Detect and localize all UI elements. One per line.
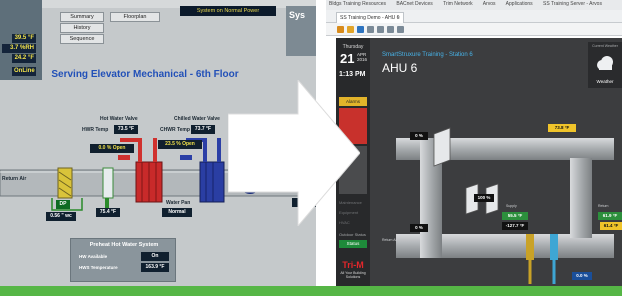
transition-arrow-icon [228,80,360,226]
damper-position: 0 % [410,224,428,232]
close-icon[interactable]: × [397,13,400,23]
date-number: 21 [340,51,355,66]
right-bottom-temp: 61.4 °F [600,222,622,230]
zoom-in-icon[interactable] [367,26,374,33]
supply-temp-value: 75.4 °F [96,208,120,217]
preheat-title: Preheat Hot Water System [89,242,159,248]
hw-available-label: HW Available [79,254,108,259]
footer-band [0,286,622,296]
hw-available-value: On [141,252,169,261]
bookmark-item[interactable]: SS Training Server - Arvos [543,1,602,7]
brand-logo: Tri-M [342,260,364,270]
supply-label: Supply [506,204,517,208]
dp-value: 0.56 " wc [46,212,76,221]
month-year: APR 2016 [357,52,367,62]
chw-valve-position: 23.5 % Open [158,140,202,149]
clock-time: 1:13 PM [339,71,366,78]
hws-temperature-value: 163.9 °F [141,263,169,272]
browser-tab[interactable]: SS Training Demo - AHU 6 × [336,12,404,23]
hwr-temp-label: HWR Temp [82,127,109,133]
bookmark-item[interactable]: Arvos [483,1,496,7]
supply-air-temp: 55.5 °F [502,212,528,220]
valve-percent: 0.0 % [572,272,592,280]
return-air-label: Return Air [2,176,27,182]
smartstruxure-browser: Bldgs Training Resources BACnet Devices … [326,0,622,286]
damper-position: 0 % [410,132,428,140]
fit-icon[interactable] [387,26,394,33]
hot-water-valve-label: Hot Water Valve [100,116,138,122]
bookmark-item[interactable]: BACnet Devices [396,1,432,7]
fan-speed-value: 100 % [474,194,494,202]
dp-label: DP [56,200,70,209]
hws-temperature-label: HWS Temperature [79,265,118,270]
status-button[interactable]: Status [339,240,367,248]
ahu-graphic-app: Thursday 21 APR 2016 1:13 PM Alarms Main… [336,38,622,286]
tab-title: SS Training Demo - AHU 6 [340,15,400,21]
chilled-water-valve-label: Chilled Water Valve [174,116,220,122]
app-toolbar [326,23,622,36]
ahu-duct-3d [396,127,614,284]
zoom-out-icon[interactable] [377,26,384,33]
bookmark-item[interactable]: Bldgs Training Resources [329,1,386,7]
bookmarks-bar: Bldgs Training Resources BACnet Devices … [326,0,622,10]
top-temp-value: 73.8 °F [548,124,576,132]
home-icon[interactable] [337,26,344,33]
settings-icon[interactable] [397,26,404,33]
supply-air-setpoint: -127.7 °F [502,222,528,230]
day-label: Thursday [342,44,364,50]
browser-tab-strip: SS Training Demo - AHU 6 × [326,10,622,23]
water-pan-value: Normal [162,208,192,217]
water-pan-label: Water Pan [166,200,191,206]
brand-tagline: All Your Building Solutions [340,271,366,279]
return-air-label: Return Air [382,238,398,242]
outdoor-status-label: Outdoor Status [339,232,366,237]
preheat-panel: Preheat Hot Water System HW Available On… [70,238,176,282]
chwr-temp-value: 73.7 °F [191,125,215,134]
year-label: 2016 [357,57,368,62]
chwr-temp-label: CHWR Temp [160,127,190,133]
navigate-icon[interactable] [357,26,364,33]
bookmark-item[interactable]: Trim Network [443,1,473,7]
hwr-temp-value: 73.5 °F [114,125,138,134]
return-label: Return [598,204,609,208]
folder-icon[interactable] [347,26,354,33]
return-right-temp: 61.9 °F [598,212,622,220]
bookmark-item[interactable]: Applications [506,1,533,7]
hw-valve-position: 0.0 % Open [90,144,134,153]
